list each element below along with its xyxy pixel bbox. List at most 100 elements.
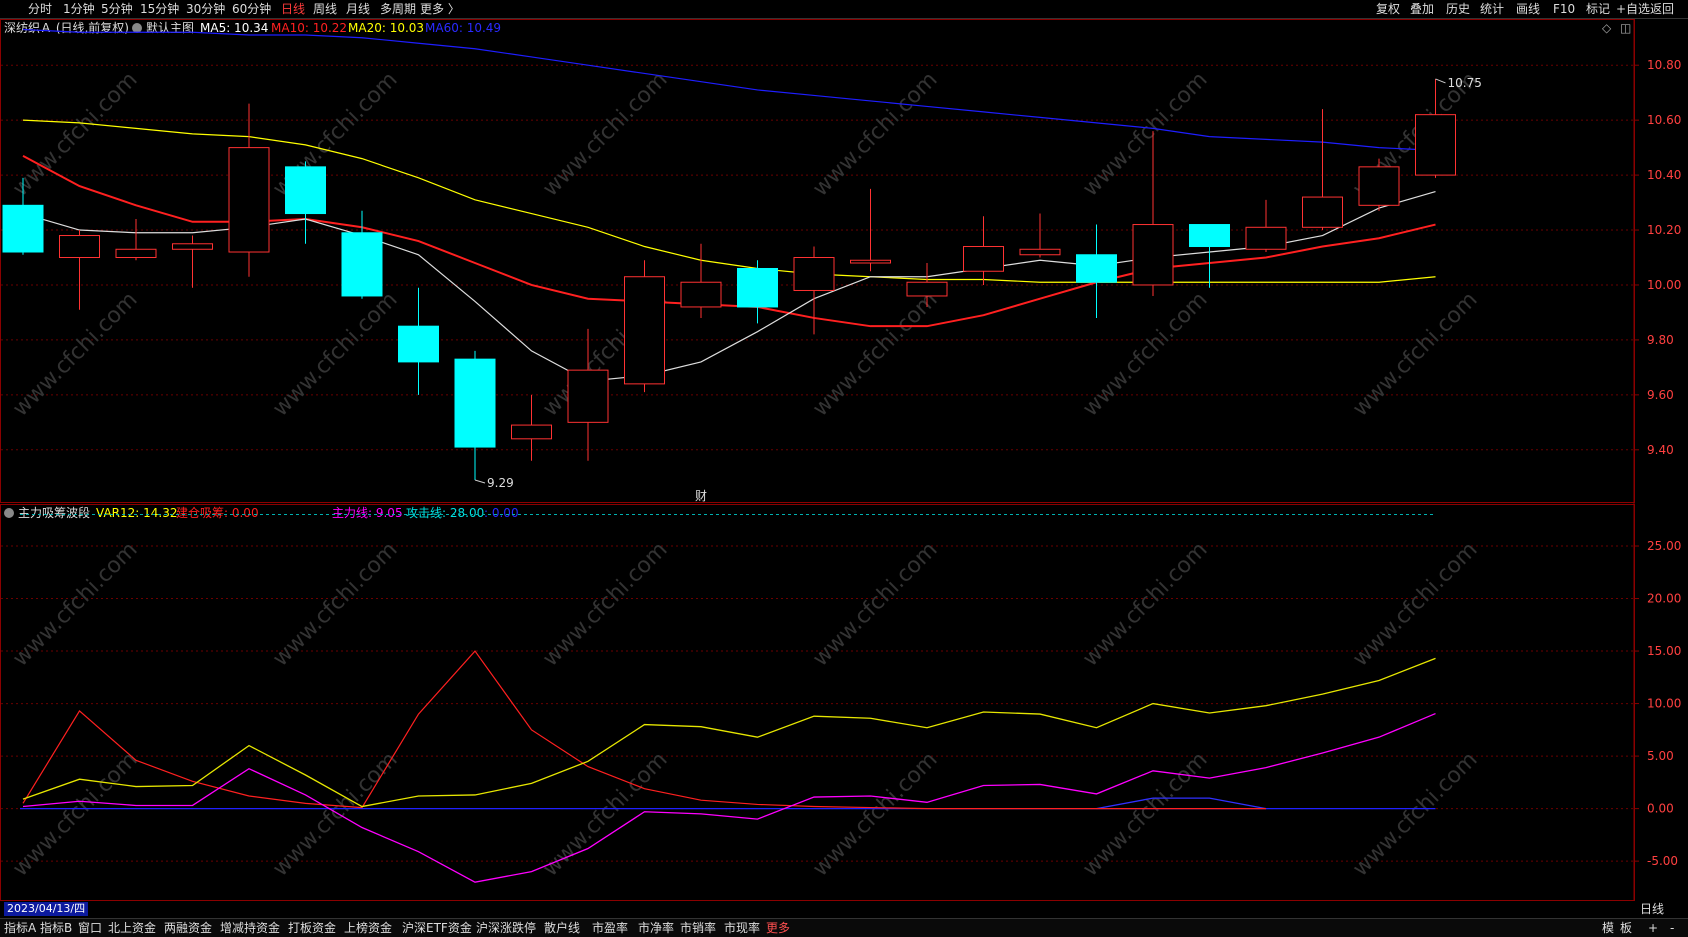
indicator-tab-13[interactable]: 市销率 (680, 920, 716, 936)
watermark-text: www.cfchi.com (1078, 287, 1212, 421)
candle-body (1415, 114, 1456, 176)
layout-btn-2[interactable]: + (1648, 920, 1658, 936)
candle-body (228, 147, 270, 253)
ma60-line (22, 28, 1436, 151)
sub-tick-label: 25.00 (1647, 539, 1681, 553)
candle-body (1132, 224, 1174, 286)
indicator-tab-8[interactable]: 沪深ETF资金 (402, 920, 472, 936)
period-tab-1[interactable]: 1分钟 (63, 1, 95, 17)
price-tick-label: 9.60 (1647, 388, 1674, 402)
price-tick-label: 10.40 (1647, 168, 1681, 182)
candle-body (1019, 248, 1061, 256)
candle-body (906, 281, 948, 297)
finance-marker: 财 (695, 489, 707, 503)
watermark-text: www.cfchi.com (538, 67, 672, 201)
price-tick-label: 10.00 (1647, 278, 1681, 292)
watermark-text: www.cfchi.com (808, 287, 942, 421)
blue-sub-line (1096, 797, 1267, 810)
layout-btn-0[interactable]: 模 (1602, 920, 1614, 936)
indicator-tab-15[interactable]: 更多 (766, 920, 790, 936)
candle-body (963, 246, 1004, 272)
toolbar-right-0[interactable]: 复权 (1376, 1, 1400, 17)
watermark-text: www.cfchi.com (808, 67, 942, 201)
candle-body (1245, 226, 1287, 250)
zhuli-line (22, 712, 1436, 883)
low-label: 9.29 (487, 476, 514, 490)
layout-btn-1[interactable]: 板 (1620, 920, 1632, 936)
low-marker (474, 479, 486, 484)
toolbar-right-1[interactable]: 叠加 (1410, 1, 1434, 17)
indicator-tab-4[interactable]: 两融资金 (164, 920, 212, 936)
candle-body (172, 243, 213, 250)
candle-body (680, 281, 722, 308)
period-tab-9[interactable]: 多周期 (380, 1, 416, 17)
period-tab-2[interactable]: 5分钟 (101, 1, 133, 17)
date-cursor-label: 2023/04/13/四 (4, 902, 89, 916)
price-tick-label: 9.80 (1647, 333, 1674, 347)
sub-tick-label: 20.00 (1647, 592, 1681, 606)
candle-body (285, 166, 326, 215)
sub-tick-label: 0.00 (1647, 802, 1674, 816)
indicator-tab-6[interactable]: 打板资金 (288, 920, 336, 936)
indicator-tab-10[interactable]: 散户线 (544, 920, 580, 936)
indicator-tab-bar: 指标A 指标B 窗口 北上资金 两融资金 增减持资金 打板资金 上榜资金 沪深ETF资金 沪深涨跌… (0, 918, 1688, 937)
indicator-tab-1[interactable]: 指标B (40, 920, 72, 936)
indicator-tab-7[interactable]: 上榜资金 (344, 920, 392, 936)
candle-body (1076, 254, 1117, 283)
candle-body (567, 369, 609, 423)
indicator-tab-14[interactable]: 市现率 (724, 920, 760, 936)
period-tab-8[interactable]: 月线 (346, 1, 370, 17)
candle-body (454, 358, 496, 448)
kline-chart[interactable]: 10.80 10.60 10.40 10.20 10.00 9.80 9.60 9.40 25.… (0, 19, 1688, 901)
indicator-tab-0[interactable]: 指标A (4, 920, 36, 936)
candle-body (1189, 224, 1230, 248)
period-tab-4[interactable]: 30分钟 (186, 1, 225, 17)
sub-tick-label: -5.00 (1647, 854, 1678, 868)
candle-body (59, 235, 100, 259)
period-tab-10[interactable]: 更多 〉 (420, 1, 460, 17)
indicator-tab-9[interactable]: 沪深涨跌停 (476, 920, 536, 936)
indicator-tab-3[interactable]: 北上资金 (108, 920, 156, 936)
candle-body (850, 259, 891, 264)
toolbar-right-4[interactable]: 画线 (1516, 1, 1540, 17)
period-tab-0[interactable]: 分时 (28, 1, 52, 17)
period-tab-6[interactable]: 日线 (281, 1, 305, 17)
var12-line (22, 657, 1436, 808)
toolbar-right-2[interactable]: 历史 (1446, 1, 1470, 17)
candle-body (341, 232, 383, 297)
sub-tick-label: 15.00 (1647, 644, 1681, 658)
candle-body (737, 267, 778, 308)
candle-body (793, 257, 835, 291)
period-indicator: 日线 (1640, 902, 1665, 916)
layout-btn-3[interactable]: - (1670, 920, 1674, 936)
candle-body (2, 204, 44, 253)
toolbar-right-8[interactable]: 返回 (1650, 1, 1674, 17)
candle-body (398, 325, 439, 363)
price-tick-label: 9.40 (1647, 443, 1674, 457)
indicator-tab-2[interactable]: 窗口 (78, 920, 102, 936)
price-tick-label: 10.60 (1647, 113, 1681, 127)
toolbar-right-5[interactable]: F10 (1553, 1, 1575, 17)
period-tab-7[interactable]: 周线 (313, 1, 337, 17)
watermark-text: www.cfchi.com (268, 287, 402, 421)
period-toolbar: 分时 1分钟 5分钟 15分钟 30分钟 60分钟 日线 周线 月线 多周期 更多 〉 复权 叠加 历史统… (0, 0, 1688, 19)
indicator-tab-12[interactable]: 市净率 (638, 920, 674, 936)
period-tab-5[interactable]: 60分钟 (232, 1, 271, 17)
price-tick-label: 10.20 (1647, 223, 1681, 237)
watermark-text: www.cfchi.com (8, 67, 142, 201)
toolbar-right-3[interactable]: 统计 (1480, 1, 1504, 17)
candle-body (115, 248, 157, 259)
high-label: 10.75 (1448, 76, 1482, 90)
toolbar-right-6[interactable]: 标记 (1586, 1, 1610, 17)
toolbar-right-7[interactable]: +自选 (1616, 1, 1650, 17)
candle-body (1302, 196, 1343, 228)
candle-body (1358, 166, 1400, 206)
candle-body (624, 276, 665, 385)
watermark-text: www.cfchi.com (8, 287, 142, 421)
period-tab-3[interactable]: 15分钟 (140, 1, 179, 17)
watermark-text: www.cfchi.com (1348, 287, 1482, 421)
candle-body (511, 424, 552, 440)
price-tick-label: 10.80 (1647, 58, 1681, 72)
indicator-tab-11[interactable]: 市盈率 (592, 920, 628, 936)
indicator-tab-5[interactable]: 增减持资金 (220, 920, 280, 936)
